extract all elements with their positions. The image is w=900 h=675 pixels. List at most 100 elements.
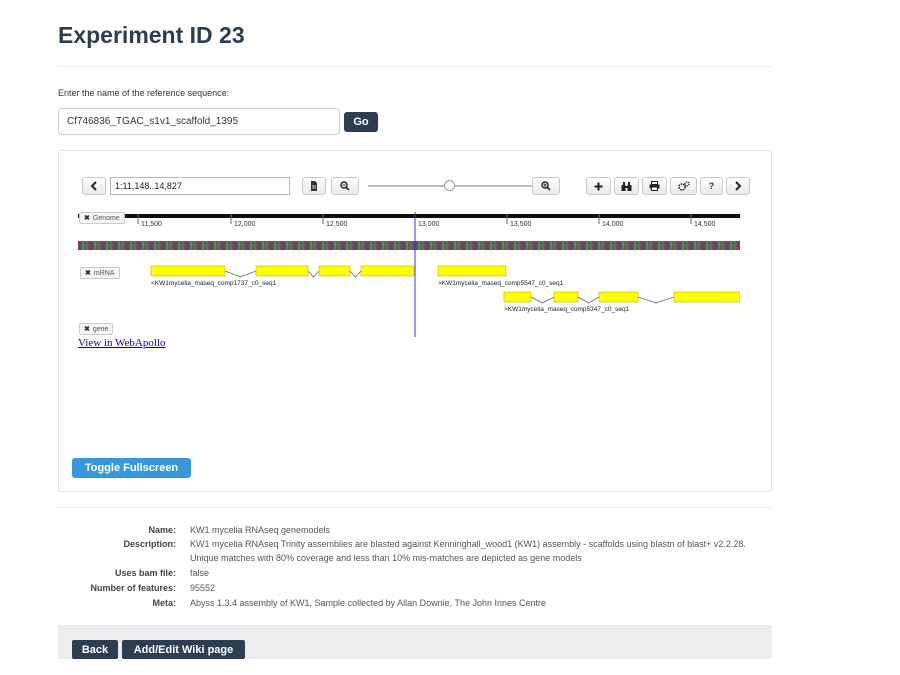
reference-label: Enter the name of the reference sequence… — [58, 88, 230, 98]
zoom-slider[interactable] — [362, 177, 558, 195]
sequence-base — [310, 241, 312, 250]
close-icon[interactable]: ✖ — [84, 214, 90, 222]
sequence-base — [532, 241, 534, 250]
sequence-base — [278, 241, 280, 250]
sequence-base — [236, 241, 238, 250]
mrna-feature-0[interactable]: <KW1mycelia_maseq_comp1737_c0_seq1 — [150, 265, 415, 287]
sequence-base — [506, 241, 508, 250]
print-button[interactable] — [642, 177, 667, 195]
sequence-base — [154, 241, 156, 250]
metadata-key: Number of features: — [90, 583, 176, 593]
sequence-base — [256, 241, 258, 250]
sequence-base — [402, 241, 404, 250]
sequence-base — [590, 241, 592, 250]
sequence-base — [708, 241, 710, 250]
sequence-base — [262, 241, 264, 250]
reference-sequence-input[interactable] — [58, 108, 340, 135]
location-input[interactable] — [110, 177, 290, 195]
add-edit-wiki-button[interactable]: Add/Edit Wiki page — [122, 640, 245, 659]
intron-line — [224, 270, 257, 278]
navigate-forward-button[interactable] — [726, 177, 750, 195]
sequence-base — [522, 241, 524, 250]
sequence-base — [244, 241, 246, 250]
feature-label: <KW1mycelia_maseq_comp1737_c0_seq1 — [151, 280, 277, 287]
mrna-features[interactable]: <KW1mycelia_maseq_comp1737_c0_seq1 >KW1my… — [150, 265, 741, 313]
track-canvas[interactable]: 11,500 12,000 12,500 13,000 13,500 14,000 14,5… — [78, 212, 741, 337]
sequence-base — [404, 241, 406, 250]
sequence-base — [706, 241, 708, 250]
sequence-base — [288, 241, 290, 250]
zoom-in-button[interactable] — [532, 177, 560, 195]
sequence-base — [196, 241, 198, 250]
mrna-feature-1[interactable]: >KW1mycelia_maseq_comp5547_c0_seq1 — [437, 265, 564, 287]
sequence-base — [86, 241, 88, 250]
sequence-base — [176, 241, 178, 250]
sequence-base — [556, 241, 558, 250]
sequence-base — [224, 241, 226, 250]
metadata-value: KW1 mycelia RNAseq genemodels — [190, 525, 331, 535]
sequence-base — [258, 241, 260, 250]
ruler-tick-label: 13,500 — [510, 221, 532, 228]
chevron-left-icon — [90, 181, 97, 191]
sequence-base — [400, 241, 402, 250]
help-button[interactable]: ? — [700, 177, 723, 195]
back-button[interactable]: Back — [72, 640, 118, 659]
sequence-base — [274, 241, 276, 250]
close-icon[interactable]: ✖ — [84, 325, 90, 333]
sequence-base — [170, 241, 172, 250]
sequence-base — [658, 241, 660, 250]
file-button[interactable] — [302, 177, 326, 195]
zoom-slider-knob[interactable] — [443, 180, 455, 191]
settings-button[interactable] — [670, 177, 697, 195]
sequence-base — [120, 241, 122, 250]
sequence-base — [628, 241, 630, 250]
sequence-base — [512, 241, 514, 250]
sequence-base — [476, 241, 478, 250]
close-icon[interactable]: ✖ — [85, 269, 91, 277]
sequence-base — [606, 241, 608, 250]
navigate-back-button[interactable] — [82, 177, 106, 195]
sequence-base — [334, 241, 336, 250]
sequence-base — [92, 241, 94, 250]
metadata-value: Abyss 1.3.4 assembly of KW1, Sample coll… — [190, 598, 547, 608]
sequence-base — [456, 241, 458, 250]
sequence-base — [232, 241, 234, 250]
sequence-base — [432, 241, 434, 250]
track-area[interactable]: 11,500 12,000 12,500 13,000 13,500 14,000 14,5… — [78, 212, 741, 337]
sequence-base — [250, 241, 252, 250]
sequence-base — [632, 241, 634, 250]
sequence-base — [194, 241, 196, 250]
sequence-base — [734, 241, 736, 250]
zoom-out-button[interactable] — [331, 177, 359, 195]
track-label-mrna-text: mRNA — [93, 269, 115, 277]
toggle-fullscreen-button[interactable]: Toggle Fullscreen — [72, 458, 191, 478]
sequence-base — [394, 241, 396, 250]
sequence-base — [386, 241, 388, 250]
metadata-key: Meta: — [152, 598, 176, 608]
mrna-feature-2[interactable]: >KW1mycelia_maseq_comp5347_c0_seq1 — [503, 291, 741, 313]
go-button[interactable]: Go — [344, 112, 378, 132]
sequence-base — [114, 241, 116, 250]
binoculars-icon — [621, 181, 632, 191]
sequence-base — [294, 241, 296, 250]
sequence-base — [690, 241, 692, 250]
sequence-base — [214, 241, 216, 250]
sequence-base — [444, 241, 446, 250]
sequence-base — [188, 241, 190, 250]
sequence-base — [648, 241, 650, 250]
exon-block — [437, 265, 507, 277]
sequence-base — [438, 241, 440, 250]
sequence-base — [594, 241, 596, 250]
sequence-base — [576, 241, 578, 250]
sequence-base — [168, 241, 170, 250]
sequence-base — [566, 241, 568, 250]
sequence-base — [148, 241, 150, 250]
webapollo-link[interactable]: View in WebApollo — [78, 337, 165, 349]
add-track-button[interactable] — [586, 177, 611, 195]
highlight-button[interactable] — [614, 177, 639, 195]
sequence-base — [252, 241, 254, 250]
sequence-base — [468, 241, 470, 250]
sequence-base — [630, 241, 632, 250]
sequence-base — [302, 241, 304, 250]
intron-line — [637, 296, 675, 304]
